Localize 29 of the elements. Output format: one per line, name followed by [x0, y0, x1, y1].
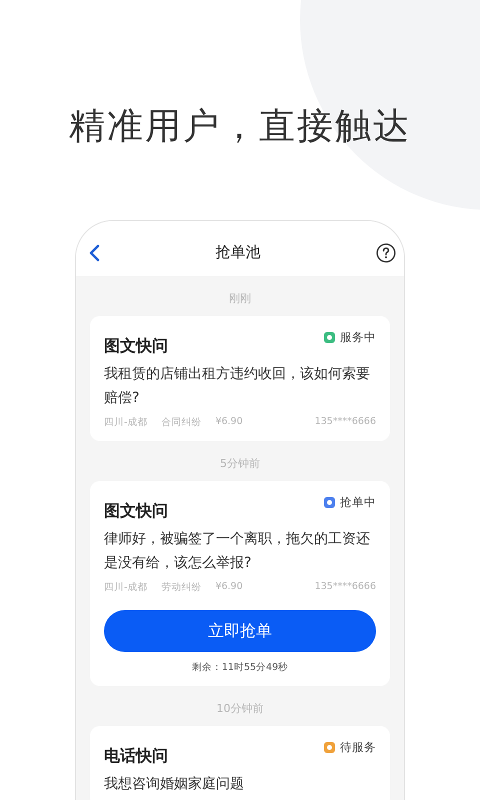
order-card[interactable]: 图文快问 抢单中 律师好，被骗签了一个离职，拖欠的工资还是没有给，该怎么举报? 四川-成都 劳动纠纷 ¥6.90 135****6666 立即抢单 剩余：11时55分49秒: [90, 481, 390, 686]
help-icon[interactable]: [376, 242, 396, 262]
remaining-time: 剩余：11时55分49秒: [190, 661, 290, 674]
category-text: 劳动纠纷: [161, 581, 202, 594]
status-label: 服务中: [340, 330, 376, 345]
question-text: 我想咨询婚姻家庭问题: [104, 775, 245, 794]
time-label: 5分钟前: [219, 456, 261, 472]
question-text: 我租赁的店铺出租方违约收回，该如何索要赔偿?: [104, 365, 371, 408]
region-text: 四川-成都: [104, 416, 148, 429]
screen-title: 抢单池: [216, 243, 260, 262]
phone-number: 135****6666: [314, 581, 376, 594]
grab-order-button[interactable]: 立即抢单: [104, 610, 376, 652]
time-label: 刚刚: [228, 291, 252, 307]
category-text: 合同纠纷: [161, 416, 202, 429]
time-label: 10分钟前: [216, 701, 264, 717]
order-type: 电话快问: [104, 745, 168, 767]
region-text: 四川-成都: [104, 581, 148, 594]
price-text: ¥6.90: [215, 416, 243, 429]
price-text: ¥6.90: [215, 581, 243, 594]
back-button[interactable]: [88, 244, 100, 262]
question-text: 律师好，被骗签了一个离职，拖欠的工资还是没有给，该怎么举报?: [104, 530, 371, 573]
order-type: 图文快问: [104, 500, 168, 522]
order-card[interactable]: 图文快问 服务中 我租赁的店铺出租方违约收回，该如何索要赔偿? 四川-成都 合同纠纷 ¥6.90 135****6666: [90, 316, 390, 441]
order-card[interactable]: 电话快问 待服务 我想咨询婚姻家庭问题: [90, 726, 390, 800]
phone-number: 135****6666: [314, 416, 376, 429]
headline: 精准用户，直接触达: [69, 105, 411, 149]
status-label: 待服务: [340, 740, 376, 755]
status-label: 抢单中: [340, 495, 376, 510]
order-type: 图文快问: [104, 335, 168, 357]
